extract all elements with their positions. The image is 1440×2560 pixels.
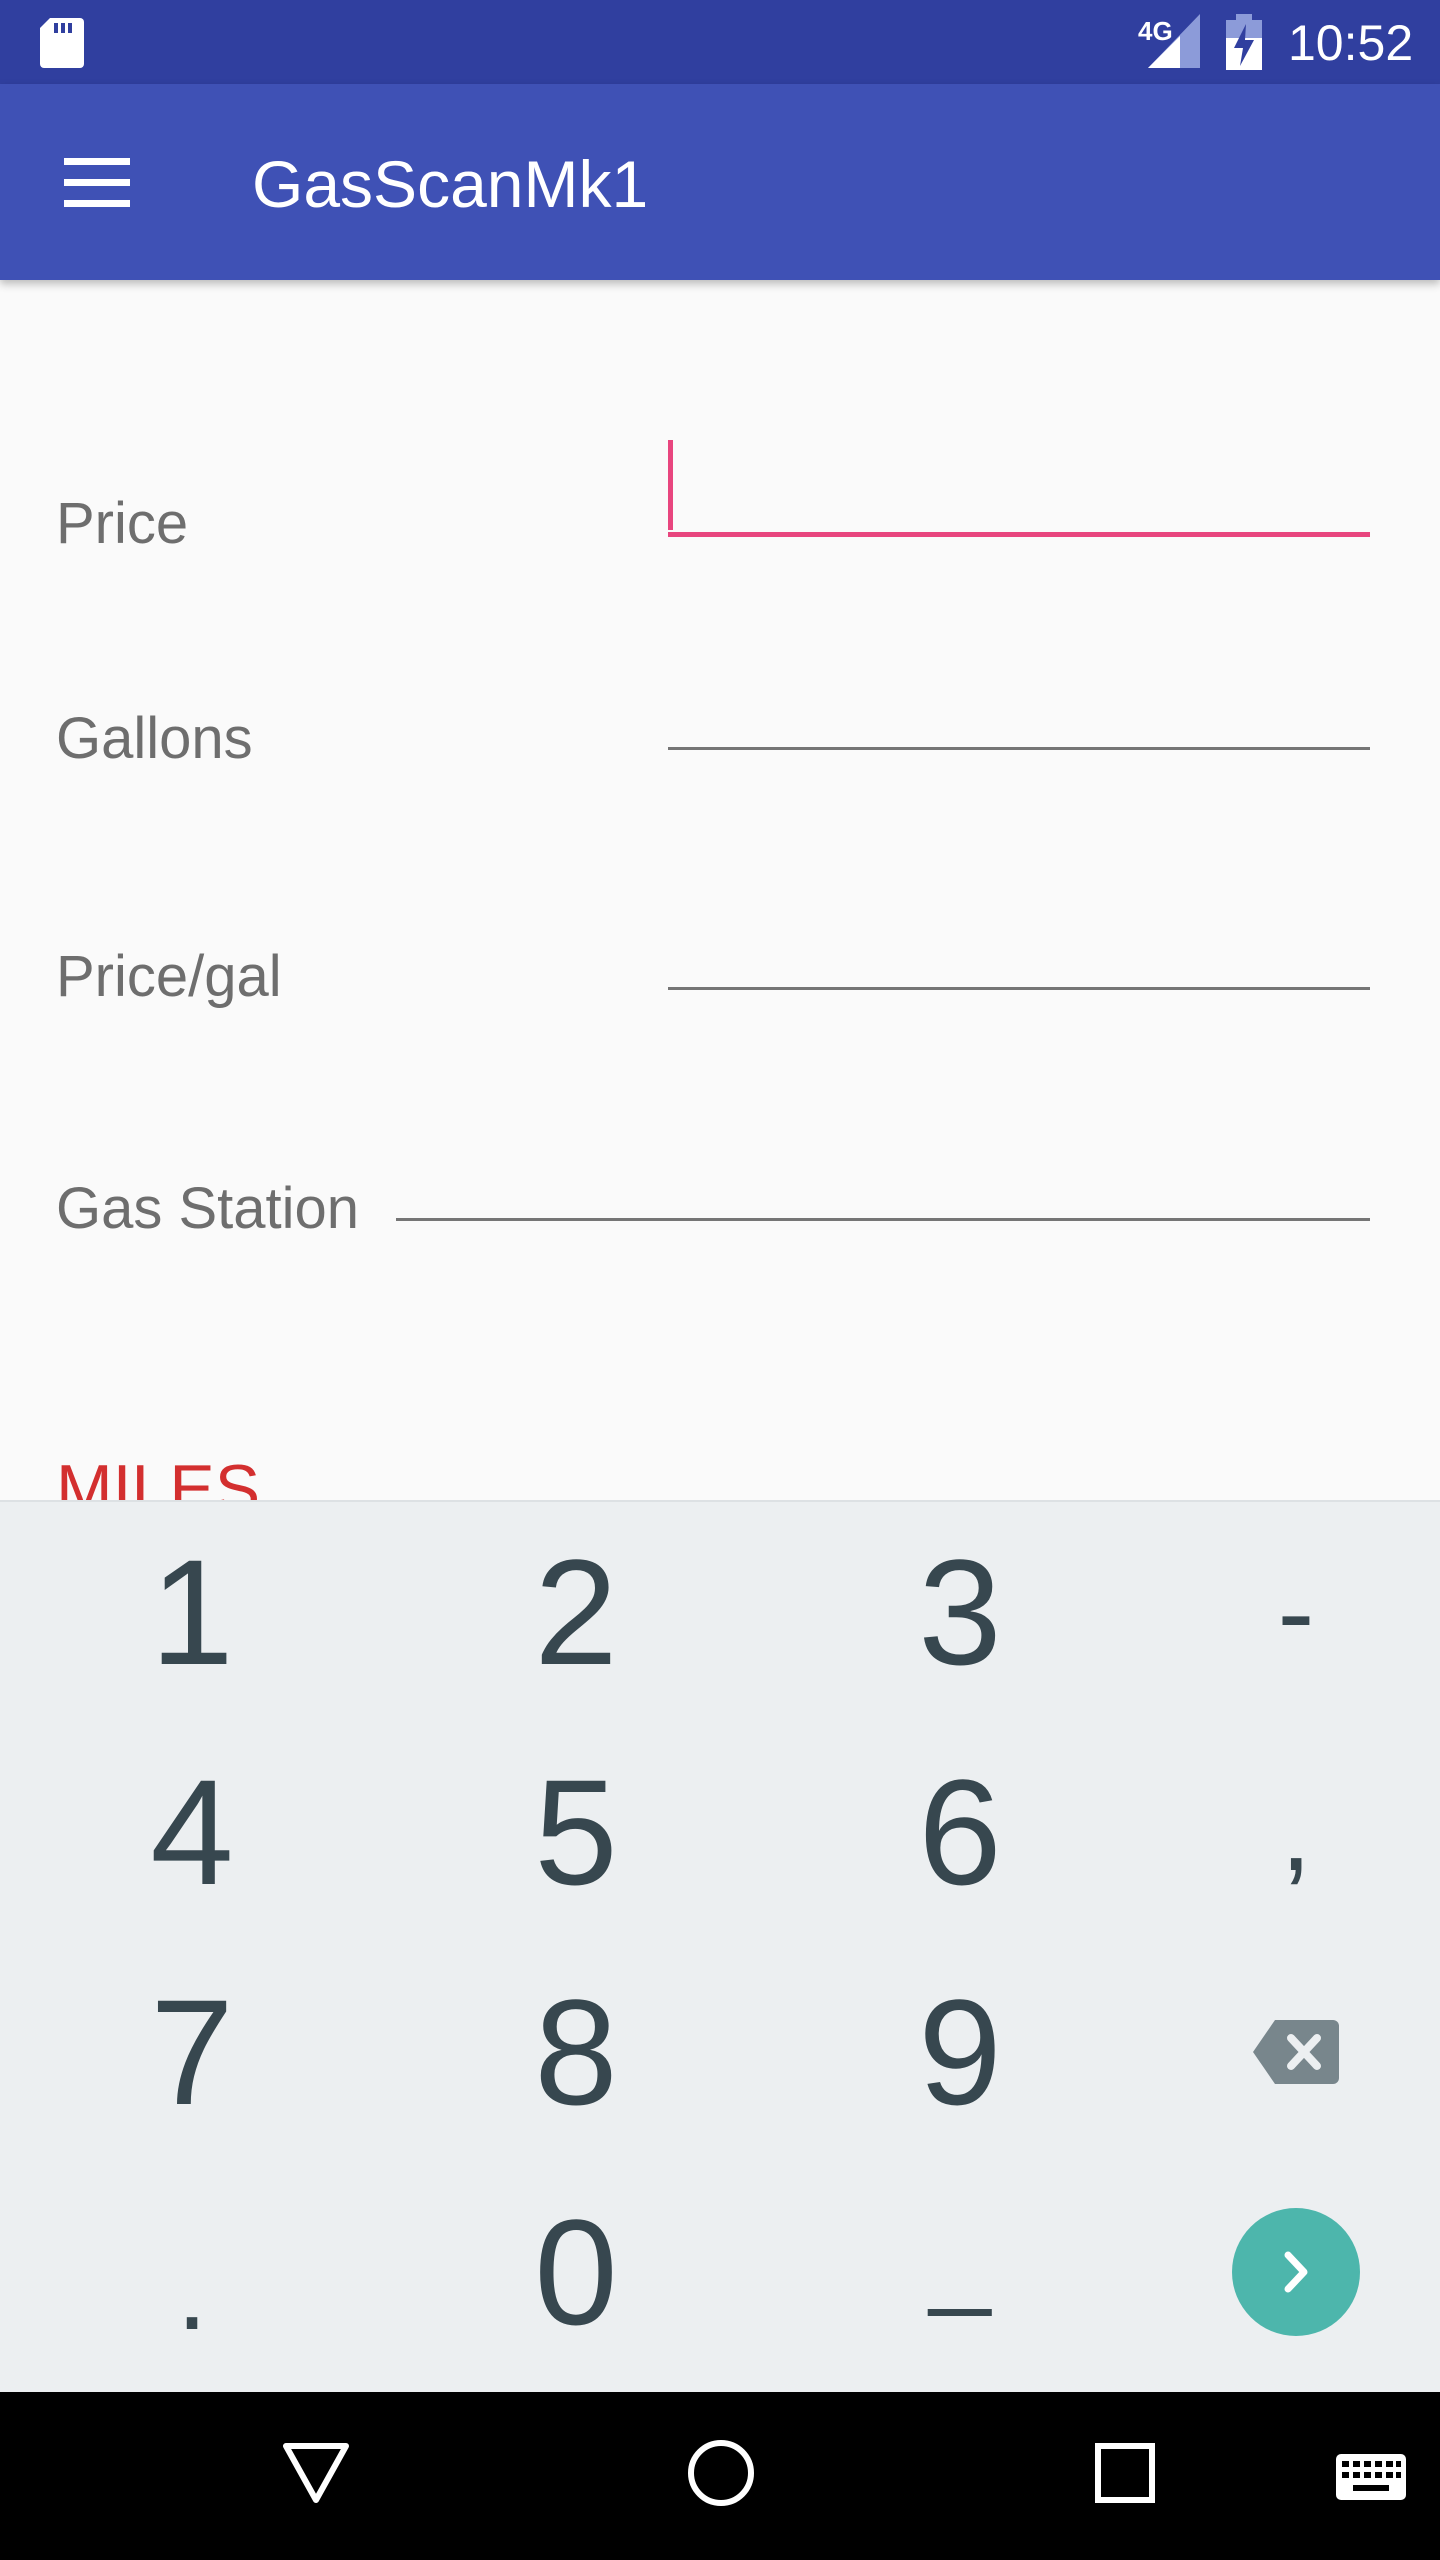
key-4[interactable]: 4 [12, 1722, 372, 1942]
recents-square-icon[interactable] [1094, 2442, 1156, 2504]
text-cursor [668, 440, 673, 530]
key-period[interactable]: . [12, 2162, 372, 2382]
price-underline [668, 532, 1370, 537]
backspace-icon [1253, 2020, 1339, 2084]
app-bar: GasScanMk1 [0, 84, 1440, 280]
key-7[interactable]: 7 [12, 1942, 372, 2162]
gallons-underline [668, 747, 1370, 750]
next-icon [1284, 2251, 1308, 2293]
key-6[interactable]: 6 [780, 1722, 1140, 1942]
back-triangle-icon[interactable] [282, 2442, 350, 2506]
keyboard-icon[interactable] [1336, 2454, 1406, 2500]
price-label: Price [56, 491, 189, 556]
status-bar: 4G 10:52 [0, 0, 1440, 84]
key-9[interactable]: 9 [780, 1942, 1140, 2162]
gallons-input[interactable] [668, 650, 1368, 746]
key-comma[interactable]: , [1116, 1722, 1440, 1942]
cell-signal-icon [1148, 14, 1200, 68]
key-period-label: . [176, 2230, 208, 2353]
key-underscore[interactable]: _ [780, 2162, 1140, 2382]
navigation-bar [0, 2392, 1440, 2560]
next-key[interactable] [1116, 2162, 1440, 2382]
key-1[interactable]: 1 [12, 1502, 372, 1722]
key-2[interactable]: 2 [396, 1502, 756, 1722]
sd-card-icon [40, 18, 84, 68]
gallons-label: Gallons [56, 706, 253, 771]
price-input[interactable] [668, 430, 1368, 530]
hamburger-menu-icon[interactable] [64, 158, 130, 208]
backspace-key[interactable] [1116, 1942, 1440, 2162]
gas-station-underline [396, 1218, 1370, 1221]
price-per-gal-input[interactable] [668, 890, 1368, 986]
battery-charging-icon [1226, 14, 1262, 70]
key-underscore-label: _ [929, 2195, 991, 2318]
gas-station-label: Gas Station [56, 1176, 360, 1241]
home-circle-icon[interactable] [686, 2438, 756, 2508]
next-button [1232, 2208, 1360, 2336]
key-0[interactable]: 0 [396, 2162, 756, 2382]
price-per-gal-underline [668, 987, 1370, 990]
clock: 10:52 [1288, 15, 1414, 71]
key-3[interactable]: 3 [780, 1502, 1140, 1722]
app-title: GasScanMk1 [252, 147, 649, 221]
price-per-gal-label: Price/gal [56, 944, 282, 1009]
key-5[interactable]: 5 [396, 1722, 756, 1942]
key-minus[interactable]: - [1116, 1502, 1440, 1722]
key-8[interactable]: 8 [396, 1942, 756, 2162]
gas-station-input[interactable] [396, 1120, 1368, 1216]
numeric-keyboard: 1 2 3 - 4 5 6 , 7 8 9 . 0 _ [0, 1500, 1440, 2392]
